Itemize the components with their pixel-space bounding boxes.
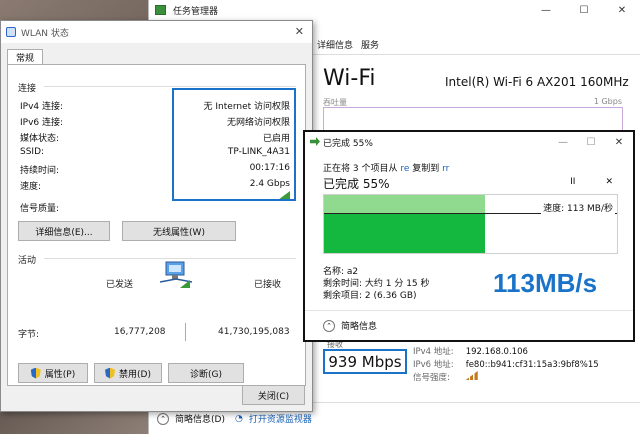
- ipv4-value: 192.168.0.106: [465, 347, 528, 357]
- task-manager-icon: [155, 5, 166, 15]
- signal-strength-label: 信号强度:: [413, 373, 450, 383]
- activity-section-title: 活动: [18, 256, 37, 266]
- resource-monitor-icon: ◔: [234, 413, 243, 424]
- bytes-sent: 16,777,208: [114, 327, 166, 337]
- speed-annotation: 113MB/s: [493, 268, 598, 298]
- close-icon[interactable]: ✕: [295, 25, 304, 38]
- row-label: IPv6 连接:: [20, 118, 64, 128]
- details-button[interactable]: 详细信息(E)...: [18, 221, 110, 241]
- destination-folder-link[interactable]: rr: [442, 164, 449, 174]
- wlan-title: WLAN 状态: [21, 28, 69, 39]
- signal-quality-label: 信号质量:: [20, 204, 60, 214]
- disable-button[interactable]: 禁用(D): [94, 363, 162, 383]
- wifi-heading: Wi-Fi: [323, 66, 376, 91]
- highlight-box-connection: [172, 88, 296, 201]
- adapter-name: Intel(R) Wi-Fi 6 AX201 160MHz: [445, 75, 629, 89]
- bytes-label: 字节:: [18, 330, 40, 340]
- copy-speed-graph: 速度: 113 MB/秒: [323, 194, 618, 254]
- tab-general[interactable]: 常规: [7, 49, 43, 65]
- divider: [44, 86, 296, 87]
- fewer-details-label: 简略信息: [341, 322, 378, 332]
- network-icon: [6, 27, 16, 37]
- file-copy-dialog: 已完成 55% — ☐ ✕ 正在将 3 个项目从 re 复制到 rr 已完成 5…: [303, 130, 635, 342]
- wireless-properties-button[interactable]: 无线属性(W): [122, 221, 236, 241]
- progress-label: 已完成 55%: [323, 177, 390, 191]
- fewer-details-toggle[interactable]: ⌃ 简略信息: [323, 319, 377, 332]
- properties-label: 属性(P): [44, 369, 76, 380]
- close-button[interactable]: ✕: [603, 0, 640, 20]
- maximize-button[interactable]: ☐: [577, 132, 605, 152]
- connection-section-title: 连接: [18, 84, 37, 94]
- close-dialog-button[interactable]: 关闭(C): [242, 385, 305, 405]
- copy-title: 已完成 55%: [323, 138, 373, 149]
- wlan-status-dialog: WLAN 状态 ✕ 常规 连接 IPv4 连接: 无 Internet 访问权限…: [0, 20, 313, 412]
- ipv6-row: IPv6 地址: fe80::b941:cf31:15a3:9bf8%15: [413, 358, 599, 370]
- divider: [305, 310, 633, 311]
- progress-fill-upper: [324, 195, 486, 214]
- sent-label: 已发送: [106, 280, 134, 290]
- source-folder-link[interactable]: re: [400, 164, 409, 174]
- receive-value: 939 Mbps: [323, 349, 407, 374]
- minimize-button[interactable]: —: [527, 0, 565, 20]
- row-label: 媒体状态:: [20, 134, 60, 144]
- close-button[interactable]: ✕: [605, 132, 633, 152]
- ipv6-label: IPv6 地址:: [413, 360, 454, 370]
- chevron-up-icon[interactable]: ⌃: [157, 412, 169, 425]
- activity-divider: [185, 323, 186, 341]
- ipv4-label: IPv4 地址:: [413, 347, 454, 357]
- signal-strength-icon: [465, 371, 478, 380]
- task-manager-titlebar: 任务管理器 — ☐ ✕: [149, 0, 640, 20]
- open-resource-monitor-link[interactable]: 打开资源监视器: [249, 412, 312, 425]
- network-activity-icon: [159, 261, 193, 288]
- speed-label: 速度: 113 MB/秒: [541, 201, 615, 214]
- divider: [44, 258, 296, 259]
- copy-titlebar: 已完成 55% — ☐ ✕: [305, 132, 633, 152]
- shield-icon: [30, 367, 41, 379]
- row-label: IPv4 连接:: [20, 102, 64, 112]
- chevron-up-icon: ⌃: [323, 319, 335, 332]
- copy-icon: [310, 137, 320, 146]
- cancel-button[interactable]: ✕: [605, 177, 613, 187]
- signal-quality-row: 信号质量:: [20, 201, 290, 214]
- row-label: 持续时间:: [20, 166, 60, 176]
- wlan-titlebar: WLAN 状态 ✕: [1, 21, 312, 43]
- copy-subtitle: 正在将 3 个项目从 re 复制到 rr: [323, 161, 449, 174]
- minimize-button[interactable]: —: [549, 132, 577, 152]
- tab-services[interactable]: 服务: [361, 38, 379, 51]
- properties-button[interactable]: 属性(P): [18, 363, 88, 383]
- pause-button[interactable]: II: [570, 177, 575, 187]
- throughput-max: 1 Gbps: [593, 97, 622, 106]
- row-label: SSID:: [20, 147, 45, 157]
- signal-row: 信号强度:: [413, 371, 478, 383]
- disable-label: 禁用(D): [119, 369, 151, 380]
- bytes-received: 41,730,195,083: [218, 327, 290, 337]
- items-remaining: 剩余项目: 2 (6.36 GB): [323, 291, 417, 301]
- maximize-button[interactable]: ☐: [565, 0, 603, 20]
- task-manager-title: 任务管理器: [173, 6, 219, 17]
- fewer-details-link[interactable]: 简略信息(D): [175, 412, 225, 425]
- subtitle-text: 复制到: [409, 164, 443, 174]
- received-label: 已接收: [254, 280, 282, 290]
- ipv6-value: fe80::b941:cf31:15a3:9bf8%15: [465, 360, 599, 370]
- diagnose-button[interactable]: 诊断(G): [168, 363, 244, 383]
- tab-details[interactable]: 详细信息: [317, 38, 353, 51]
- shield-icon: [105, 367, 116, 379]
- subtitle-text: 正在将 3 个项目从: [323, 164, 401, 174]
- ipv4-row: IPv4 地址: 192.168.0.106: [413, 345, 528, 357]
- progress-fill-speed: [324, 214, 486, 253]
